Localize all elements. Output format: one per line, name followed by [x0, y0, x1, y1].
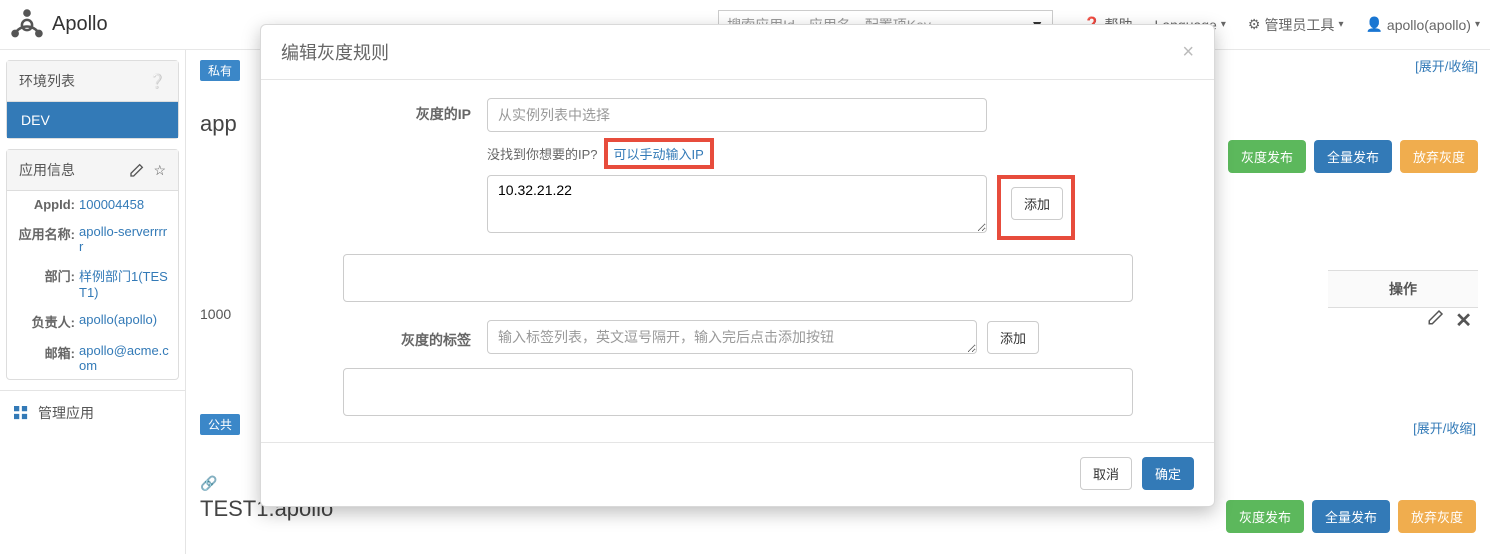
ok-button[interactable]: 确定 [1142, 457, 1194, 490]
gray-ip-label: 灰度的IP [287, 98, 487, 124]
ip-hint-question: 没找到你想要的IP? [487, 144, 598, 163]
tag-textarea[interactable] [487, 320, 977, 354]
gray-tag-label: 灰度的标签 [287, 324, 487, 350]
cancel-button[interactable]: 取消 [1080, 457, 1132, 490]
highlight-box-link: 可以手动输入IP [604, 138, 714, 169]
manual-ip-link[interactable]: 可以手动输入IP [614, 147, 704, 162]
tag-chips-area [343, 368, 1133, 416]
add-ip-button[interactable]: 添加 [1011, 187, 1063, 220]
ip-select[interactable]: 从实例列表中选择 [487, 98, 987, 132]
add-tag-button[interactable]: 添加 [987, 321, 1039, 354]
modal-header: 编辑灰度规则 × [261, 25, 1214, 80]
highlight-box-add: 添加 [997, 175, 1075, 240]
modal-body: 灰度的IP 从实例列表中选择 没找到你想要的IP? 可以手动输入IP 添加 [261, 80, 1214, 442]
gray-tag-row: 灰度的标签 添加 [287, 320, 1188, 354]
modal-footer: 取消 确定 [261, 442, 1214, 490]
close-icon[interactable]: × [1182, 41, 1194, 64]
modal-title: 编辑灰度规则 [281, 39, 389, 65]
ip-textarea[interactable] [487, 175, 987, 233]
ip-chips-area [343, 254, 1133, 302]
ip-hint: 没找到你想要的IP? 可以手动输入IP [487, 138, 1188, 169]
edit-gray-rule-modal: 编辑灰度规则 × 灰度的IP 从实例列表中选择 没找到你想要的IP? 可以手动输… [260, 24, 1215, 507]
gray-ip-row: 灰度的IP 从实例列表中选择 没找到你想要的IP? 可以手动输入IP 添加 [287, 98, 1188, 240]
